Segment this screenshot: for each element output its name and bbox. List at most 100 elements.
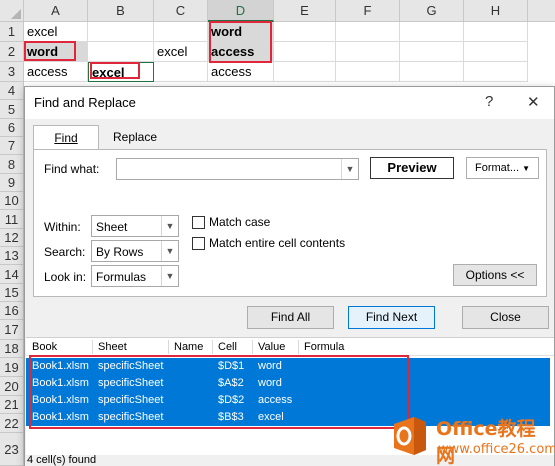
row-header-14[interactable]: 14	[0, 265, 24, 284]
chevron-down-icon[interactable]: ▼	[161, 266, 178, 286]
row-header-18[interactable]: 18	[0, 340, 24, 358]
match-entire-label: Match entire cell contents	[209, 236, 346, 250]
col-name[interactable]: Name	[174, 341, 203, 353]
column-divider[interactable]	[168, 340, 169, 354]
column-header-a[interactable]: A	[24, 0, 88, 22]
cell-h2[interactable]	[464, 42, 528, 62]
cell-e3[interactable]	[274, 62, 336, 82]
dialog-titlebar[interactable]: Find and Replace ? ✕	[25, 87, 554, 119]
column-header-f[interactable]: F	[336, 0, 400, 22]
column-header-b[interactable]: B	[88, 0, 154, 22]
column-header-d[interactable]: D	[208, 0, 274, 22]
find-what-input[interactable]: ▼	[116, 158, 359, 180]
help-button[interactable]: ?	[485, 93, 493, 110]
format-button[interactable]: Format... ▼	[466, 157, 539, 179]
cell-c3[interactable]	[154, 62, 208, 82]
cell-d3[interactable]: access	[208, 62, 274, 82]
row-header-17[interactable]: 17	[0, 320, 24, 340]
cell-f3[interactable]	[336, 62, 400, 82]
row-header-21[interactable]: 21	[0, 396, 24, 414]
column-divider[interactable]	[92, 340, 93, 354]
row-header-3[interactable]: 3	[0, 62, 24, 82]
row-header-20[interactable]: 20	[0, 377, 24, 396]
row-header-11[interactable]: 11	[0, 210, 24, 229]
row-header-1[interactable]: 1	[0, 22, 24, 42]
format-label: Format...	[475, 162, 520, 174]
cell-d1[interactable]: word	[208, 22, 274, 42]
column-divider[interactable]	[212, 340, 213, 354]
result-book: Book1.xlsm	[32, 360, 89, 372]
row-header-19[interactable]: 19	[0, 358, 24, 377]
cell-d2[interactable]: access	[208, 42, 274, 62]
watermark-title: Office教程网	[436, 418, 536, 466]
row-header-13[interactable]: 13	[0, 247, 24, 265]
close-icon[interactable]: ✕	[527, 93, 540, 111]
row-header-15[interactable]: 15	[0, 284, 24, 302]
tab-replace[interactable]: Replace	[101, 125, 169, 149]
result-value: word	[258, 377, 282, 389]
select-all-corner[interactable]	[0, 0, 24, 22]
result-row[interactable]: Book1.xlsm specificSheet $A$2 word	[26, 375, 550, 392]
cell-f1[interactable]	[336, 22, 400, 42]
find-all-button[interactable]: Find All	[247, 306, 334, 329]
column-divider[interactable]	[298, 340, 299, 354]
row-header-12[interactable]: 12	[0, 229, 24, 247]
result-row[interactable]: Book1.xlsm specificSheet $D$1 word	[26, 358, 550, 375]
column-header-e[interactable]: E	[274, 0, 336, 22]
find-next-button[interactable]: Find Next	[348, 306, 435, 329]
cell-g2[interactable]	[400, 42, 464, 62]
row-header-23[interactable]: 23	[0, 433, 24, 466]
chevron-down-icon: ▼	[522, 164, 530, 173]
column-header-h[interactable]: H	[464, 0, 528, 22]
row-header-5[interactable]: 5	[0, 100, 24, 119]
cell-e2[interactable]	[274, 42, 336, 62]
col-book[interactable]: Book	[32, 341, 57, 353]
cell-b3[interactable]: excel	[88, 62, 154, 82]
chevron-down-icon[interactable]: ▼	[161, 216, 178, 236]
cell-a2[interactable]: word	[24, 42, 88, 62]
row-header-4[interactable]: 4	[0, 82, 24, 100]
row-header-9[interactable]: 9	[0, 174, 24, 192]
row-header-8[interactable]: 8	[0, 155, 24, 174]
match-case-label: Match case	[209, 215, 271, 229]
lookin-label: Look in:	[44, 270, 87, 284]
col-value[interactable]: Value	[258, 341, 285, 353]
col-cell[interactable]: Cell	[218, 341, 237, 353]
cell-b2[interactable]	[88, 42, 154, 62]
column-divider[interactable]	[252, 340, 253, 354]
result-row[interactable]: Book1.xlsm specificSheet $D$2 access	[26, 392, 550, 409]
row-header-7[interactable]: 7	[0, 137, 24, 155]
cell-a3[interactable]: access	[24, 62, 88, 82]
close-button[interactable]: Close	[462, 306, 549, 329]
column-header-c[interactable]: C	[154, 0, 208, 22]
search-select[interactable]: By Rows ▼	[91, 240, 179, 262]
cell-f2[interactable]	[336, 42, 400, 62]
row-header-6[interactable]: 6	[0, 119, 24, 137]
cell-b1[interactable]	[88, 22, 154, 42]
cell-h1[interactable]	[464, 22, 528, 42]
cell-g3[interactable]	[400, 62, 464, 82]
row-header-22[interactable]: 22	[0, 414, 24, 433]
match-entire-checkbox[interactable]	[192, 237, 205, 250]
preview-button[interactable]: Preview	[370, 157, 454, 179]
cell-c1[interactable]	[154, 22, 208, 42]
chevron-down-icon[interactable]: ▼	[341, 159, 358, 179]
cell-a1[interactable]: excel	[24, 22, 88, 42]
row-header-10[interactable]: 10	[0, 192, 24, 210]
row-header-2[interactable]: 2	[0, 42, 24, 62]
lookin-select[interactable]: Formulas ▼	[91, 265, 179, 287]
cell-c2[interactable]: excel	[154, 42, 208, 62]
col-sheet[interactable]: Sheet	[98, 341, 127, 353]
column-header-g[interactable]: G	[400, 0, 464, 22]
options-button[interactable]: Options <<	[453, 264, 537, 286]
within-select[interactable]: Sheet ▼	[91, 215, 179, 237]
col-formula[interactable]: Formula	[304, 341, 344, 353]
column-header-i[interactable]	[528, 0, 555, 22]
cell-g1[interactable]	[400, 22, 464, 42]
match-case-checkbox[interactable]	[192, 216, 205, 229]
tab-find[interactable]: Find	[33, 125, 99, 151]
row-header-16[interactable]: 16	[0, 302, 24, 320]
cell-e1[interactable]	[274, 22, 336, 42]
cell-h3[interactable]	[464, 62, 528, 82]
chevron-down-icon[interactable]: ▼	[161, 241, 178, 261]
